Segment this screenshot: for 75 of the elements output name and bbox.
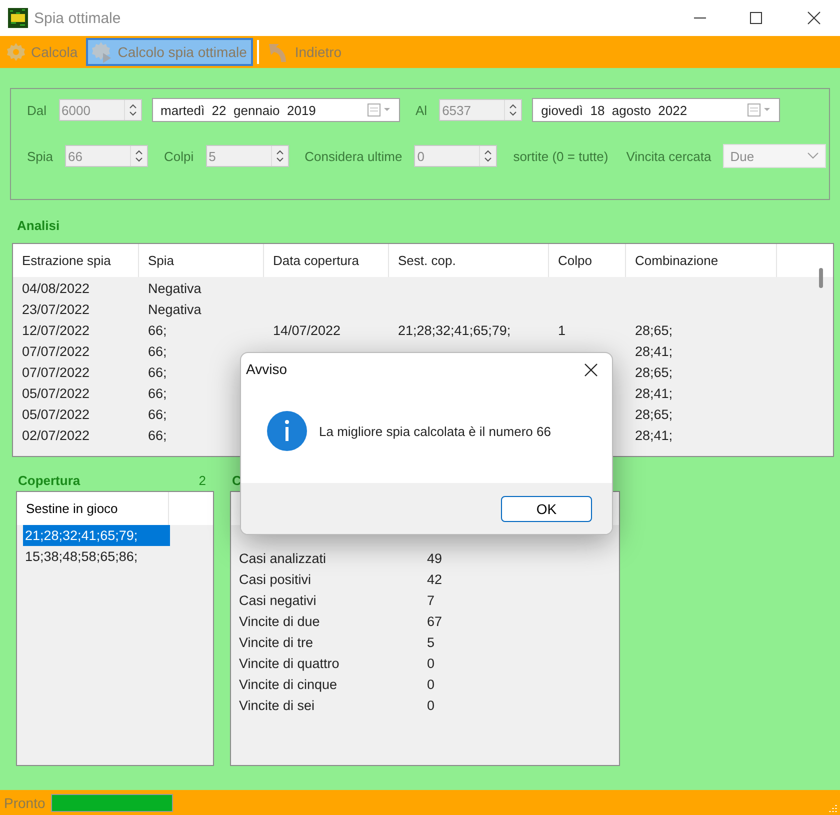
table-cell: 07/07/2022: [22, 365, 90, 380]
field-label: Al: [416, 102, 428, 118]
stat-label: Vincite di quattro: [239, 656, 340, 671]
stat-value: 67: [427, 614, 442, 629]
section-title: Analisi: [17, 218, 60, 233]
table-cell: 66;: [148, 407, 167, 422]
maximize-icon[interactable]: [748, 10, 764, 26]
field-label: Considera ultime: [304, 148, 402, 164]
date-picker[interactable]: martedì 22 gennaio 2019: [152, 98, 400, 122]
column-header[interactable]: Combinazione: [626, 244, 777, 277]
table-cell: 14/07/2022: [273, 323, 341, 338]
stat-value: 7: [427, 593, 435, 608]
resize-grip-icon[interactable]: [828, 803, 838, 813]
section-title: Copertura: [18, 472, 80, 488]
table-cell: 04/08/2022: [22, 281, 90, 296]
table-cell: 12/07/2022: [22, 323, 90, 338]
stat-value: 42: [427, 572, 442, 587]
table-cell: 02/07/2022: [22, 428, 90, 443]
field-label: Dal: [27, 102, 47, 118]
column-header[interactable]: Estrazione spia: [13, 244, 139, 277]
stat-label: Vincite di tre: [239, 635, 314, 650]
field-label: Colpi: [164, 148, 194, 164]
column-header[interactable]: Sest. cop.: [389, 244, 549, 277]
field-label: sortite (0 = tutte): [513, 148, 608, 164]
table-cell: 05/07/2022: [22, 386, 90, 401]
field-label: Spia: [27, 148, 54, 164]
list-item[interactable]: 21;28;32;41;65;79;: [23, 525, 170, 546]
scrollbar-thumb[interactable]: [819, 268, 823, 288]
table-cell: 28;41;: [635, 344, 673, 359]
stat-value: 0: [427, 698, 435, 713]
dialog-title: Avviso: [246, 361, 287, 377]
dialog-message: La migliore spia calcolata è il numero 66: [319, 424, 551, 438]
table-cell: Negativa: [148, 302, 202, 317]
table-cell: 28;65;: [635, 365, 673, 380]
table-cell: 66;: [148, 323, 167, 338]
stat-label: Casi analizzati: [239, 551, 328, 566]
count-label: 2: [198, 472, 206, 488]
stat-value: 49: [427, 551, 442, 566]
table-cell: 28;65;: [635, 407, 673, 422]
stat-value: 5: [427, 635, 435, 650]
stat-value: 0: [427, 677, 435, 692]
table-cell: Negativa: [148, 281, 202, 296]
date-picker[interactable]: giovedì 18 agosto 2022: [532, 98, 780, 122]
app-logo: [8, 8, 28, 28]
table-cell: 28;41;: [635, 386, 673, 401]
ok-button[interactable]: OK: [501, 496, 592, 522]
stat-value: 0: [427, 656, 435, 671]
window-title: Spia ottimale: [34, 10, 121, 26]
table-cell: 66;: [148, 386, 167, 401]
column-header[interactable]: Spia: [139, 244, 264, 277]
gear-icon: [5, 41, 27, 63]
column-header[interactable]: Data copertura: [264, 244, 389, 277]
stat-label: Casi negativi: [239, 593, 318, 608]
table-cell: 07/07/2022: [22, 344, 90, 359]
table-cell: 66;: [148, 428, 167, 443]
table-cell: 05/07/2022: [22, 407, 90, 422]
stat-label: Casi positivi: [239, 572, 312, 587]
status-text: Pronto: [4, 794, 46, 810]
table-cell: 1: [558, 323, 566, 338]
table-cell: 21;28;32;41;65;79;: [398, 323, 511, 338]
table-cell: 66;: [148, 365, 167, 380]
table-cell: 23/07/2022: [22, 302, 90, 317]
stat-label: Vincite di due: [239, 614, 321, 629]
close-icon[interactable]: [806, 10, 822, 26]
stat-label: Vincite di cinque: [239, 677, 338, 692]
list-item[interactable]: 15;38;48;58;65;86;: [23, 546, 170, 567]
table-cell: 66;: [148, 344, 167, 359]
close-icon[interactable]: [584, 363, 598, 377]
calendar-icon[interactable]: [366, 103, 393, 117]
stat-label: Vincite di sei: [239, 698, 316, 713]
field-label: Vincita cercata: [626, 148, 712, 164]
table-cell: 28;65;: [635, 323, 673, 338]
info-icon: [267, 411, 307, 451]
column-header[interactable]: Colpo: [549, 244, 626, 277]
table-cell: 28;41;: [635, 428, 673, 443]
